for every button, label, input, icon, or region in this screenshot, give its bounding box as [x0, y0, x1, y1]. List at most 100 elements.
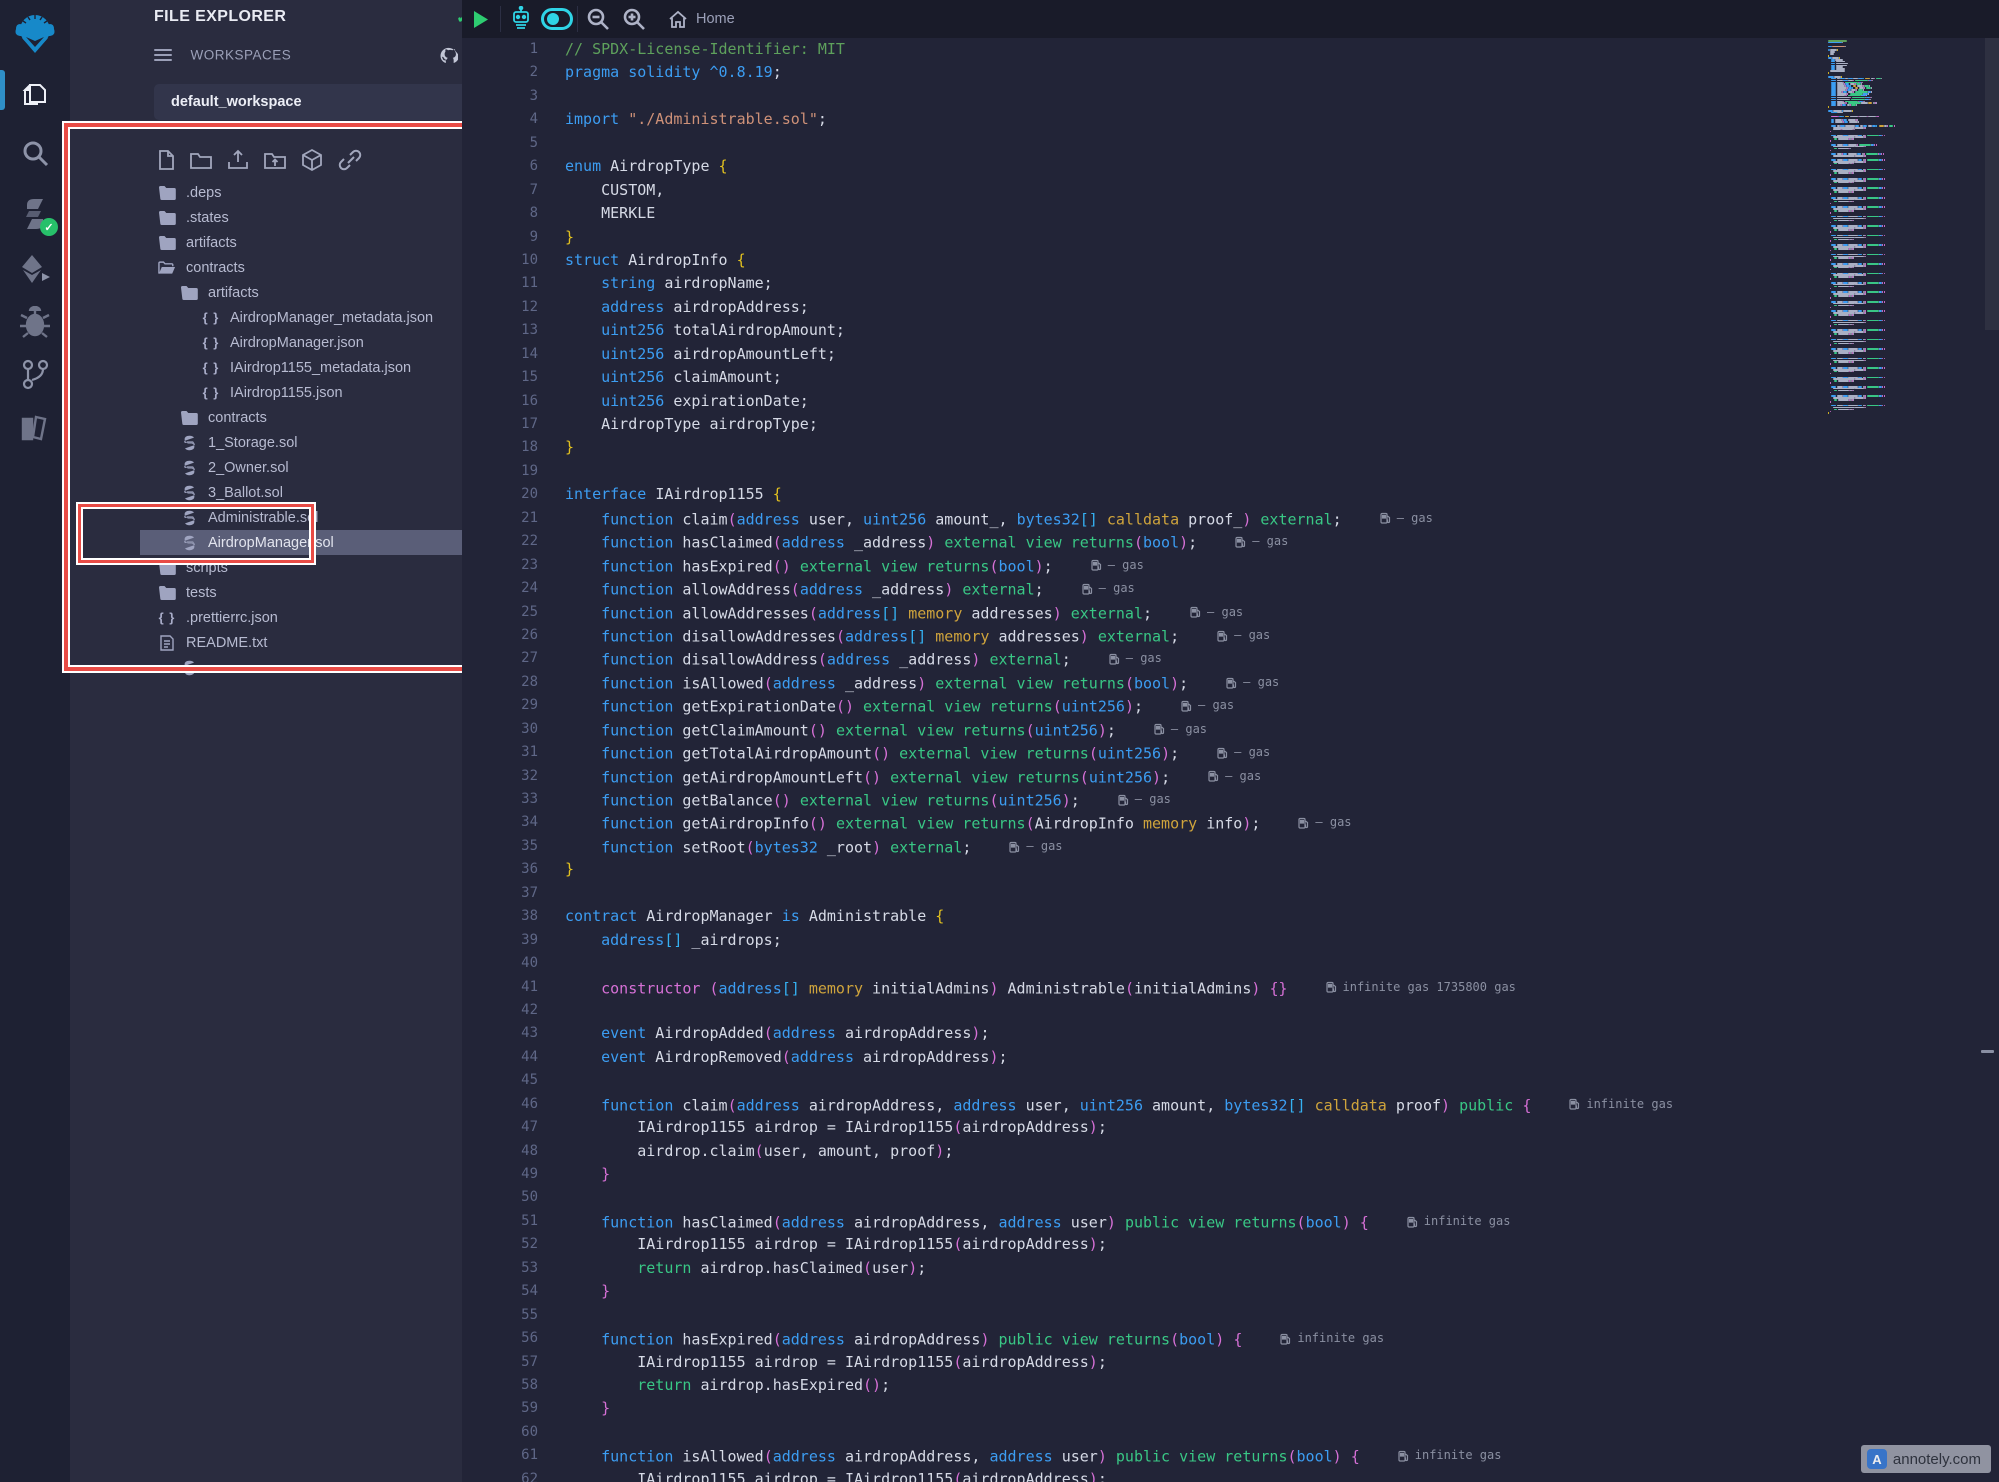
solidity-compiler-rail-button[interactable]: ✓ — [0, 188, 70, 240]
code-line-60[interactable]: 60 — [462, 1421, 1828, 1444]
code-line-46[interactable]: 46 function claim(address airdropAddress… — [462, 1093, 1828, 1116]
sol-icon — [180, 460, 198, 476]
code-line-54[interactable]: 54 } — [462, 1280, 1828, 1303]
code-line-58[interactable]: 58 return airdrop.hasExpired(); — [462, 1374, 1828, 1397]
file-explorer-rail-button[interactable] — [0, 70, 70, 122]
code-line-28[interactable]: 28 function isAllowed(address _address) … — [462, 671, 1828, 694]
remix-logo-icon[interactable] — [0, 8, 70, 60]
overview-ruler-mark — [1981, 1050, 1994, 1053]
tree-row-label: AirdropManager_metadata.json — [230, 310, 433, 326]
search-rail-button[interactable] — [0, 128, 70, 180]
line-content: return airdrop.hasExpired(); — [565, 1374, 1828, 1397]
code-line-25[interactable]: 25 function allowAddresses(address[] mem… — [462, 601, 1828, 624]
code-line-35[interactable]: 35 function setRoot(bytes32 _root) exter… — [462, 835, 1828, 858]
code-line-9[interactable]: 9} — [462, 226, 1828, 249]
run-script-button[interactable] — [462, 0, 498, 38]
code-line-51[interactable]: 51 function hasClaimed(address airdropAd… — [462, 1210, 1828, 1233]
line-content: function disallowAddress(address _addres… — [565, 647, 1828, 670]
code-line-30[interactable]: 30 function getClaimAmount() external vi… — [462, 718, 1828, 741]
ai-assistant-icon[interactable] — [503, 0, 539, 38]
link-icon[interactable] — [337, 148, 363, 172]
code-line-8[interactable]: 8 MERKLE — [462, 202, 1828, 225]
code-line-61[interactable]: 61 function isAllowed(address airdropAdd… — [462, 1444, 1828, 1467]
code-line-41[interactable]: 41 constructor (address[] memory initial… — [462, 976, 1828, 999]
ipfs-box-icon[interactable] — [300, 148, 324, 172]
code-line-32[interactable]: 32 function getAirdropAmountLeft() exter… — [462, 765, 1828, 788]
code-line-39[interactable]: 39 address[] _airdrops; — [462, 929, 1828, 952]
upload-file-icon[interactable] — [226, 148, 250, 172]
line-number: 46 — [462, 1093, 565, 1116]
json-icon: { } — [158, 610, 176, 626]
zoom-in-icon[interactable] — [616, 0, 652, 38]
code-line-21[interactable]: 21 function claim(address user, uint256 … — [462, 507, 1828, 530]
scrollbar-thumb[interactable] — [1985, 38, 1999, 330]
code-line-26[interactable]: 26 function disallowAddresses(address[] … — [462, 624, 1828, 647]
line-content: constructor (address[] memory initialAdm… — [565, 976, 1828, 999]
code-line-53[interactable]: 53 return airdrop.hasClaimed(user); — [462, 1257, 1828, 1280]
upload-folder-icon[interactable] — [263, 149, 287, 171]
code-line-16[interactable]: 16 uint256 expirationDate; — [462, 390, 1828, 413]
code-line-50[interactable]: 50 — [462, 1186, 1828, 1209]
code-line-31[interactable]: 31 function getTotalAirdropAmount() exte… — [462, 741, 1828, 764]
code-line-27[interactable]: 27 function disallowAddress(address _add… — [462, 647, 1828, 670]
code-line-47[interactable]: 47 IAirdrop1155 airdrop = IAirdrop1155(a… — [462, 1116, 1828, 1139]
code-line-1[interactable]: 1// SPDX-License-Identifier: MIT — [462, 38, 1828, 61]
code-line-7[interactable]: 7 CUSTOM, — [462, 179, 1828, 202]
code-line-20[interactable]: 20interface IAirdrop1155 { — [462, 483, 1828, 506]
code-line-11[interactable]: 11 string airdropName; — [462, 272, 1828, 295]
code-line-19[interactable]: 19 — [462, 460, 1828, 483]
code-line-59[interactable]: 59 } — [462, 1397, 1828, 1420]
code-line-14[interactable]: 14 uint256 airdropAmountLeft; — [462, 343, 1828, 366]
gas-estimate-hint: – gas — [1380, 507, 1433, 530]
code-line-52[interactable]: 52 IAirdrop1155 airdrop = IAirdrop1155(a… — [462, 1233, 1828, 1256]
new-folder-icon[interactable] — [189, 149, 213, 171]
git-rail-button[interactable] — [0, 348, 70, 400]
code-line-10[interactable]: 10struct AirdropInfo { — [462, 249, 1828, 272]
code-line-62[interactable]: 62 IAirdrop1155 airdrop = IAirdrop1155(a… — [462, 1468, 1828, 1482]
code-line-37[interactable]: 37 — [462, 882, 1828, 905]
code-line-23[interactable]: 23 function hasExpired() external view r… — [462, 554, 1828, 577]
code-line-36[interactable]: 36} — [462, 858, 1828, 881]
code-line-40[interactable]: 40 — [462, 952, 1828, 975]
code-line-49[interactable]: 49 } — [462, 1163, 1828, 1186]
ai-copilot-toggle[interactable] — [539, 0, 575, 38]
code-line-3[interactable]: 3 — [462, 85, 1828, 108]
code-line-44[interactable]: 44 event AirdropRemoved(address airdropA… — [462, 1046, 1828, 1069]
debugger-rail-button[interactable] — [0, 296, 70, 348]
code-line-55[interactable]: 55 — [462, 1304, 1828, 1327]
new-file-icon[interactable] — [156, 149, 176, 171]
code-line-38[interactable]: 38contract AirdropManager is Administrab… — [462, 905, 1828, 928]
code-line-6[interactable]: 6enum AirdropType { — [462, 155, 1828, 178]
code-line-5[interactable]: 5 — [462, 132, 1828, 155]
line-number: 3 — [462, 85, 565, 108]
code-line-42[interactable]: 42 — [462, 999, 1828, 1022]
code-line-48[interactable]: 48 airdrop.claim(user, amount, proof); — [462, 1140, 1828, 1163]
code-editor[interactable]: 1// SPDX-License-Identifier: MIT2pragma … — [462, 38, 1828, 1482]
deploy-run-rail-button[interactable] — [0, 243, 70, 295]
plugin-manager-rail-button[interactable] — [0, 402, 70, 454]
code-line-2[interactable]: 2pragma solidity ^0.8.19; — [462, 61, 1828, 84]
minimap[interactable] — [1828, 40, 1985, 1440]
code-line-4[interactable]: 4import "./Administrable.sol"; — [462, 108, 1828, 131]
tab-home[interactable]: Home — [652, 0, 751, 38]
line-number: 48 — [462, 1140, 565, 1163]
code-line-57[interactable]: 57 IAirdrop1155 airdrop = IAirdrop1155(a… — [462, 1351, 1828, 1374]
gas-estimate-hint: infinite gas — [1398, 1444, 1502, 1467]
code-line-17[interactable]: 17 AirdropType airdropType; — [462, 413, 1828, 436]
code-line-29[interactable]: 29 function getExpirationDate() external… — [462, 694, 1828, 717]
workspaces-menu-icon[interactable] — [154, 46, 172, 64]
line-number: 62 — [462, 1468, 565, 1482]
code-line-45[interactable]: 45 — [462, 1069, 1828, 1092]
explorer-toolbar — [156, 147, 363, 173]
code-line-15[interactable]: 15 uint256 claimAmount; — [462, 366, 1828, 389]
code-line-22[interactable]: 22 function hasClaimed(address _address)… — [462, 530, 1828, 553]
zoom-out-icon[interactable] — [580, 0, 616, 38]
code-line-34[interactable]: 34 function getAirdropInfo() external vi… — [462, 811, 1828, 834]
code-line-12[interactable]: 12 address airdropAddress; — [462, 296, 1828, 319]
code-line-18[interactable]: 18} — [462, 436, 1828, 459]
code-line-13[interactable]: 13 uint256 totalAirdropAmount; — [462, 319, 1828, 342]
code-line-43[interactable]: 43 event AirdropAdded(address airdropAdd… — [462, 1022, 1828, 1045]
code-line-33[interactable]: 33 function getBalance() external view r… — [462, 788, 1828, 811]
code-line-56[interactable]: 56 function hasExpired(address airdropAd… — [462, 1327, 1828, 1350]
code-line-24[interactable]: 24 function allowAddress(address _addres… — [462, 577, 1828, 600]
